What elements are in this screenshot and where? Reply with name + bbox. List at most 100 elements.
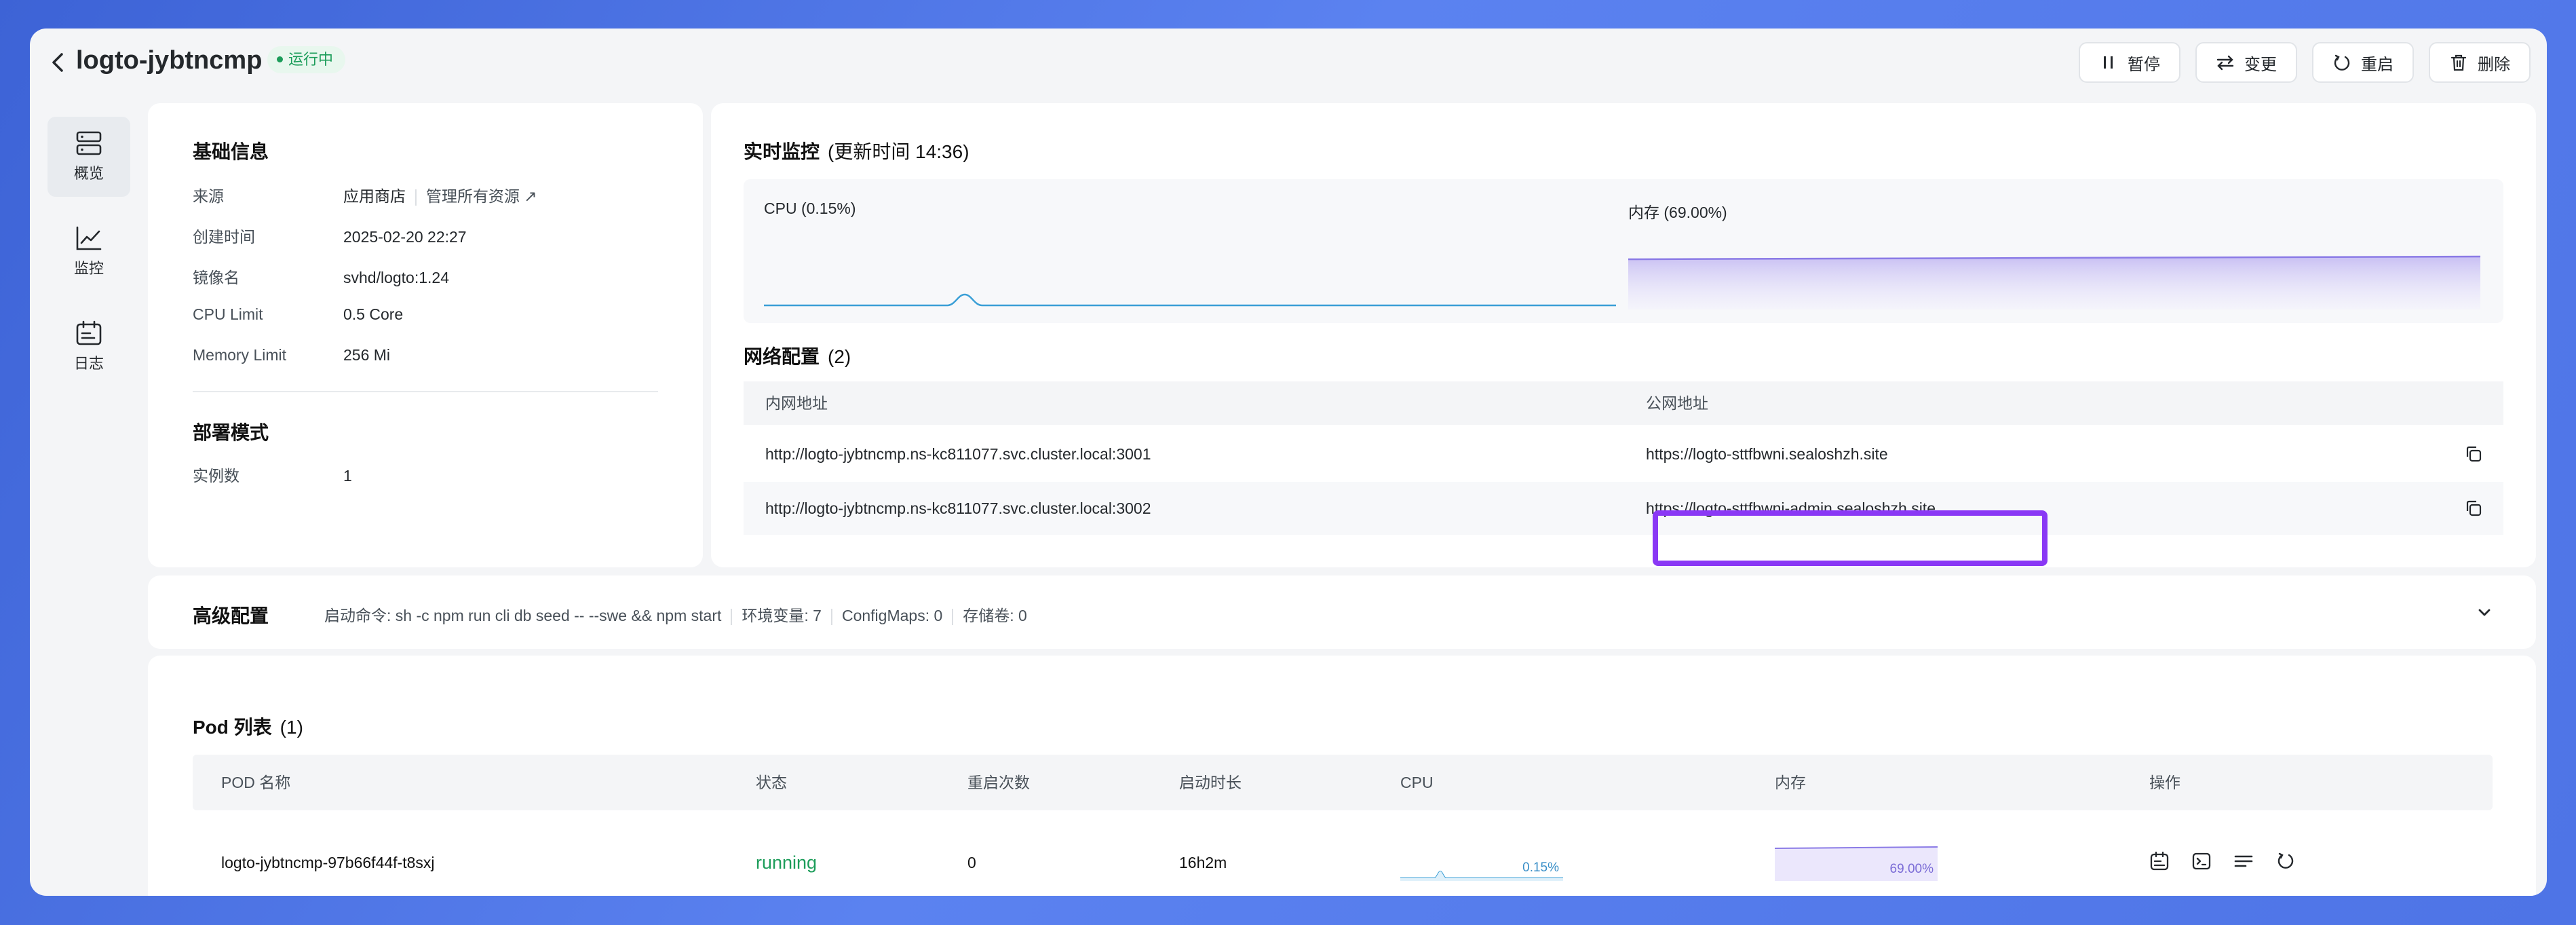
- pod-status: running: [756, 852, 818, 873]
- page-title: logto-jybtncmp: [76, 46, 263, 75]
- info-label: CPU Limit: [193, 305, 263, 323]
- header: logto-jybtncmp 运行中 暂停 变更 重启 删除: [30, 29, 2547, 96]
- status-badge: 运行中: [267, 46, 346, 73]
- network-title: 网络配置 (2): [744, 342, 851, 369]
- chevron-down-icon[interactable]: [2476, 604, 2493, 620]
- terminal-icon[interactable]: [2191, 851, 2212, 871]
- sidebar-item-overview[interactable]: 概览: [47, 117, 130, 197]
- divider: [952, 608, 954, 625]
- column-restarts: 重启次数: [967, 774, 1030, 791]
- monitor-updated-time: (更新时间 14:36): [828, 141, 969, 162]
- sidebar-item-label: 日志: [73, 355, 104, 372]
- restart-button[interactable]: 重启: [2312, 42, 2414, 83]
- column-uptime: 启动时长: [1179, 774, 1242, 791]
- monitor-network-card: 实时监控 (更新时间 14:36) CPU (0.15%) 内存 (69.00%)…: [711, 103, 2536, 567]
- logs-icon[interactable]: [2149, 851, 2170, 871]
- pod-list-title-text: Pod 列表: [193, 717, 272, 738]
- sidebar-item-label: 监控: [73, 260, 104, 277]
- pause-button[interactable]: 暂停: [2079, 42, 2180, 83]
- column-memory: 内存: [1775, 774, 1806, 791]
- sidebar-item-logs[interactable]: 日志: [47, 307, 130, 387]
- sidebar-item-monitor[interactable]: 监控: [47, 212, 130, 292]
- network-row: http://logto-jybtncmp.ns-kc811077.svc.cl…: [744, 428, 2503, 480]
- trash-icon: [2449, 53, 2468, 72]
- advanced-config-title: 高级配置: [193, 605, 269, 626]
- cpu-sparkline: [764, 293, 1616, 307]
- memory-sparkline: [1628, 255, 2480, 309]
- monitor-title-text: 实时监控: [744, 141, 820, 162]
- info-row-memory-limit: Memory Limit 256 Mi: [193, 346, 390, 364]
- pod-memory-value: 69.00%: [1889, 862, 1934, 876]
- restart-label: 重启: [2361, 55, 2394, 74]
- configmaps-count: ConfigMaps: 0: [841, 607, 943, 624]
- deploy-mode-title: 部署模式: [193, 422, 269, 443]
- delete-label: 删除: [2478, 55, 2510, 74]
- manage-resources-label: 管理所有资源: [426, 187, 520, 205]
- restart-pod-icon[interactable]: [2275, 851, 2296, 871]
- info-label: 实例数: [193, 467, 239, 485]
- pod-name: logto-jybtncmp-97b66f44f-t8sxj: [221, 854, 435, 871]
- info-label: 来源: [193, 187, 224, 205]
- basic-info-title: 基础信息: [193, 141, 269, 162]
- external-link-icon: ↗: [524, 187, 537, 205]
- volumes-count: 存储卷: 0: [963, 607, 1027, 624]
- internal-address[interactable]: http://logto-jybtncmp.ns-kc811077.svc.cl…: [765, 482, 1151, 535]
- table-row: logto-jybtncmp-97b66f44f-t8sxj running 0…: [193, 825, 2493, 896]
- pod-uptime: 16h2m: [1179, 854, 1227, 871]
- pod-actions: [2149, 851, 2296, 871]
- monitor-panel: CPU (0.15%) 内存 (69.00%): [744, 179, 2503, 323]
- info-row-source: 来源 应用商店 管理所有资源 ↗: [193, 183, 537, 206]
- info-value: 应用商店: [343, 187, 406, 205]
- advanced-config-summary: 启动命令: sh -c npm run cli db seed -- --swe…: [324, 603, 1027, 626]
- column-cpu: CPU: [1400, 774, 1434, 791]
- network-count: (2): [828, 346, 851, 367]
- pod-restarts: 0: [967, 854, 976, 871]
- network-row: http://logto-jybtncmp.ns-kc811077.svc.cl…: [744, 482, 2503, 535]
- info-value: 1: [343, 467, 352, 485]
- env-count: 环境变量: 7: [742, 607, 822, 624]
- pod-cpu-value: 0.15%: [1522, 861, 1559, 875]
- delete-button[interactable]: 删除: [2429, 42, 2531, 83]
- pause-icon: [2099, 53, 2118, 72]
- start-command: 启动命令: sh -c npm run cli db seed -- --swe…: [324, 607, 722, 624]
- highlight-box: [1653, 510, 2048, 566]
- divider: [731, 608, 733, 625]
- column-internal-address: 内网地址: [765, 394, 828, 412]
- column-actions: 操作: [2149, 774, 2180, 791]
- info-label: 镜像名: [193, 269, 239, 286]
- network-title-text: 网络配置: [744, 346, 820, 367]
- public-address-link[interactable]: https://logto-sttfbwni.sealoshzh.site: [1646, 428, 1888, 480]
- header-actions: 暂停 变更 重启 删除: [2079, 42, 2531, 83]
- network-table-header: 内网地址 公网地址: [744, 381, 2503, 425]
- status-text: 运行中: [288, 51, 334, 68]
- divider: [415, 189, 417, 206]
- advanced-config-card[interactable]: 高级配置 启动命令: sh -c npm run cli db seed -- …: [148, 575, 2536, 649]
- chart-icon: [76, 226, 102, 250]
- copy-icon[interactable]: [2464, 499, 2483, 518]
- info-value: 256 Mi: [343, 346, 391, 364]
- info-label: Memory Limit: [193, 346, 287, 364]
- overview-icon: [76, 131, 102, 155]
- app-window: logto-jybtncmp 运行中 暂停 变更 重启 删除 概览 监控 日志 …: [30, 29, 2547, 896]
- details-list-icon[interactable]: [2233, 851, 2254, 871]
- swap-icon: [2216, 53, 2235, 72]
- info-value: 0.5 Core: [343, 305, 404, 323]
- change-button[interactable]: 变更: [2195, 42, 2297, 83]
- back-icon[interactable]: [45, 49, 72, 76]
- manage-resources-link[interactable]: 管理所有资源 ↗: [426, 187, 537, 205]
- column-public-address: 公网地址: [1646, 394, 1708, 412]
- pod-memory-cell: 69.00%: [1775, 844, 1938, 881]
- pause-label: 暂停: [2128, 55, 2160, 74]
- info-row-image: 镜像名 svhd/logto:1.24: [193, 265, 449, 288]
- cpu-usage-label: CPU (0.15%): [764, 200, 856, 217]
- column-pod-name: POD 名称: [221, 774, 291, 791]
- status-dot-icon: [277, 56, 283, 62]
- pod-table-header: POD 名称 状态 重启次数 启动时长 CPU 内存 操作: [193, 755, 2493, 810]
- info-value: svhd/logto:1.24: [343, 269, 450, 286]
- copy-icon[interactable]: [2464, 445, 2483, 464]
- info-value: 2025-02-20 22:27: [343, 228, 467, 246]
- internal-address[interactable]: http://logto-jybtncmp.ns-kc811077.svc.cl…: [765, 428, 1151, 480]
- pod-count: (1): [280, 717, 303, 738]
- pod-list-title: Pod 列表 (1): [193, 713, 303, 740]
- divider: [830, 608, 832, 625]
